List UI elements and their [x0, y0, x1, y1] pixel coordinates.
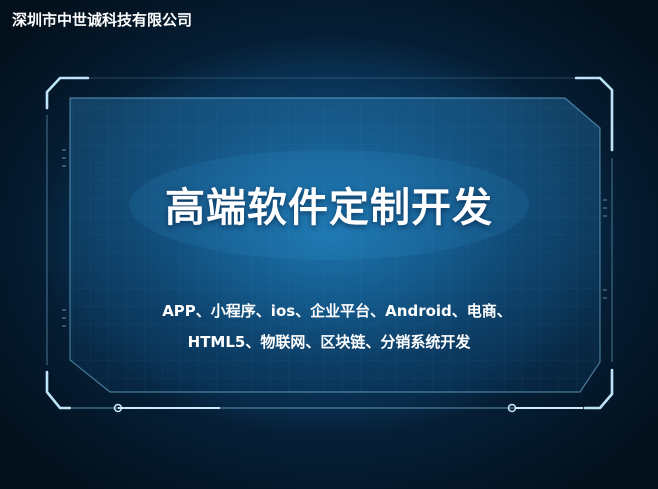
corner-bracket-bottom-left: [45, 370, 72, 410]
headline: 高端软件定制开发: [165, 185, 493, 231]
tech-frame: [45, 76, 614, 413]
banner: 深圳市中世诚科技有限公司 高端软件定制开发 APP、小程序、ios、企业平台、A…: [0, 0, 658, 489]
services-line-2: HTML5、物联网、区块链、分销系统开发: [187, 333, 471, 351]
services-line-1: APP、小程序、ios、企业平台、Android、电商、: [162, 302, 512, 320]
company-name: 深圳市中世诚科技有限公司: [12, 11, 193, 29]
